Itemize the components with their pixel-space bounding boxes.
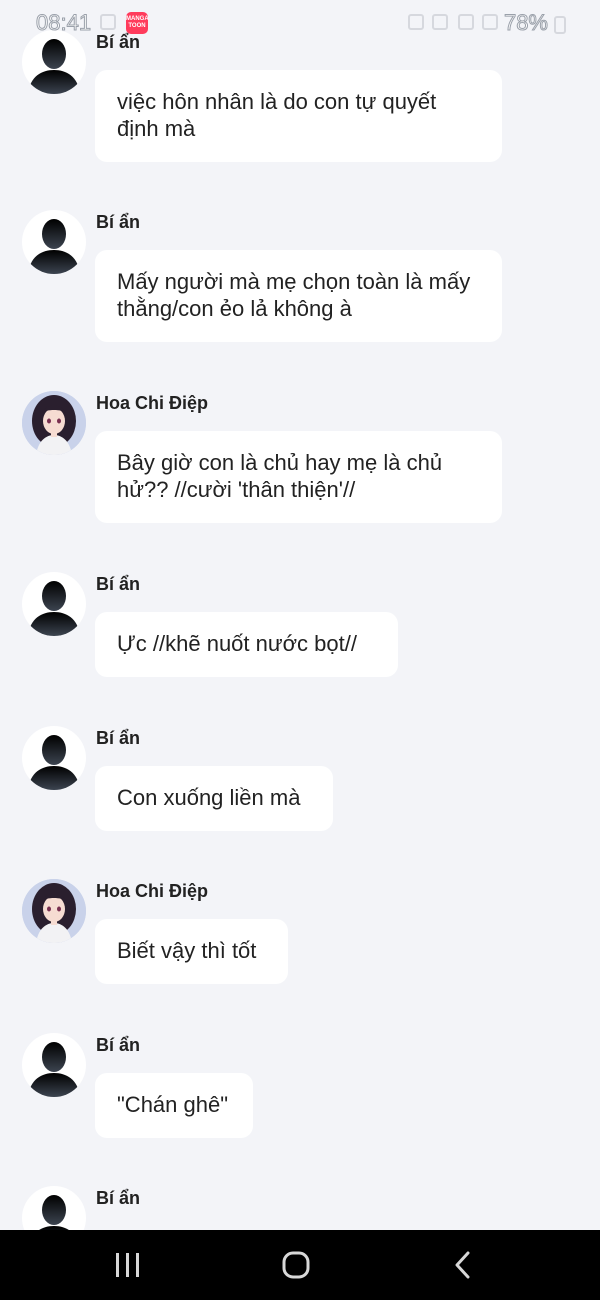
sender-name: Hoa Chi Điệp <box>96 393 209 413</box>
battery-percent: 78% <box>503 10 548 36</box>
system-nav-bar <box>0 1230 600 1300</box>
sender-name: Bí ẩn <box>96 728 141 748</box>
home-icon <box>282 1251 310 1279</box>
mangatoon-notification-icon: MANGA TOON <box>126 12 149 34</box>
mute-icon <box>432 14 448 30</box>
recent-apps-icon <box>116 1253 139 1277</box>
sender-name: Hoa Chi Điệp <box>96 881 209 901</box>
sender-name: Bí ẩn <box>96 1188 141 1208</box>
message-bubble[interactable]: Ực //khẽ nuốt nước bọt// <box>95 612 398 677</box>
status-bar: 08:41 MANGA TOON 78% <box>0 0 600 44</box>
anime-girl-avatar-icon[interactable] <box>22 879 86 943</box>
anime-girl-avatar-icon[interactable] <box>22 391 86 455</box>
screenshot-notification-icon <box>100 14 116 30</box>
chat-screen: 08:41 MANGA TOON 78% Bí ẩn việc hôn nhân… <box>0 0 600 1300</box>
wifi-icon <box>458 14 474 30</box>
sender-name: Bí ẩn <box>96 574 141 594</box>
back-icon <box>455 1251 470 1279</box>
sender-name: Bí ẩn <box>96 1035 141 1055</box>
back-button[interactable] <box>424 1230 504 1300</box>
silhouette-avatar-icon[interactable] <box>22 726 86 790</box>
message-bubble[interactable]: việc hôn nhân là do con tự quyết định mà <box>95 70 502 162</box>
home-button[interactable] <box>256 1230 336 1300</box>
recent-apps-button[interactable] <box>88 1230 168 1300</box>
alarm-icon <box>408 14 424 30</box>
battery-icon <box>554 16 566 34</box>
signal-icon <box>482 14 498 30</box>
message-bubble[interactable]: Mấy người mà mẹ chọn toàn là mấy thằng/c… <box>95 250 502 342</box>
status-time: 08:41 <box>35 10 92 36</box>
message-bubble[interactable]: Con xuống liền mà <box>95 766 333 831</box>
silhouette-avatar-icon[interactable] <box>22 1033 86 1097</box>
silhouette-avatar-icon[interactable] <box>22 210 86 274</box>
message-bubble[interactable]: Biết vậy thì tốt <box>95 919 288 984</box>
message-bubble[interactable]: Bây giờ con là chủ hay mẹ là chủ hử?? //… <box>95 431 502 523</box>
silhouette-avatar-icon[interactable] <box>22 572 86 636</box>
sender-name: Bí ẩn <box>96 212 141 232</box>
message-bubble[interactable]: "Chán ghê" <box>95 1073 253 1138</box>
